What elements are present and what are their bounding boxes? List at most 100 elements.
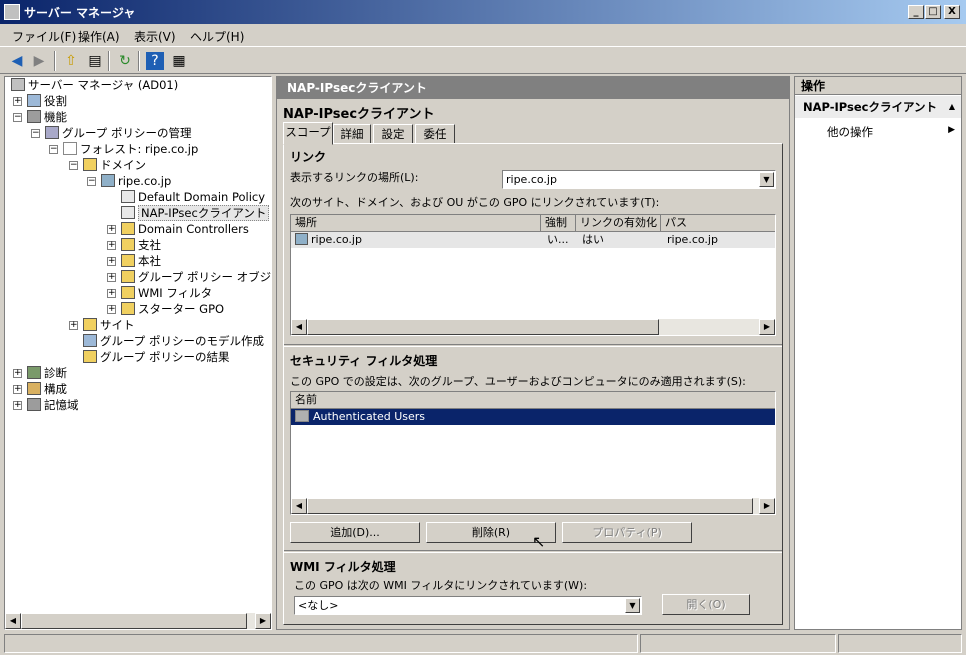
menu-file[interactable]: ファイル(F) xyxy=(12,28,76,45)
window-title: サーバー マネージャ xyxy=(24,6,136,20)
expand-icon[interactable]: + xyxy=(107,273,116,282)
expand-icon[interactable]: + xyxy=(13,97,22,106)
expand-icon[interactable]: + xyxy=(107,225,116,234)
show-hide-actions-icon[interactable]: ▦ xyxy=(168,50,190,72)
tree-node-wmi-filters[interactable]: WMI フィルタ xyxy=(121,285,212,301)
scroll-thumb[interactable] xyxy=(307,319,659,335)
table-row[interactable]: ripe.co.jp い... はい ripe.co.jp xyxy=(291,232,775,248)
minimize-button[interactable]: _ xyxy=(908,5,924,19)
scroll-left-icon[interactable]: ◀ xyxy=(291,498,307,514)
forward-icon[interactable]: ▶ xyxy=(28,50,50,72)
ou-icon xyxy=(121,238,135,251)
tab-details[interactable]: 詳細 xyxy=(333,124,371,144)
open-button[interactable]: 開く(O) xyxy=(662,594,750,615)
back-icon[interactable]: ◀ xyxy=(6,50,28,72)
scroll-left-icon[interactable]: ◀ xyxy=(291,319,307,335)
list-item[interactable]: Authenticated Users xyxy=(291,409,775,425)
column-header-location[interactable]: 場所 xyxy=(291,215,541,232)
tab-settings[interactable]: 設定 xyxy=(373,124,413,144)
tree-node-domain-controllers[interactable]: Domain Controllers xyxy=(121,221,249,237)
expand-icon[interactable]: + xyxy=(13,385,22,394)
expand-icon[interactable]: + xyxy=(13,401,22,410)
column-header-path[interactable]: パス xyxy=(661,215,775,232)
tree-horizontal-scrollbar[interactable]: ◀ ▶ xyxy=(5,613,271,629)
help-icon[interactable]: ? xyxy=(146,52,164,70)
tree-label: Default Domain Policy xyxy=(138,190,266,204)
tree-node-headquarters[interactable]: 本社 xyxy=(121,253,161,269)
tree-node-forest[interactable]: フォレスト: ripe.co.jp xyxy=(63,141,198,157)
tree-node-domains[interactable]: ドメイン xyxy=(83,157,146,173)
collapse-icon[interactable]: − xyxy=(13,113,22,122)
collapse-icon[interactable]: − xyxy=(87,177,96,186)
scroll-thumb[interactable] xyxy=(307,498,753,514)
collapse-icon[interactable]: − xyxy=(69,161,78,170)
show-hide-tree-icon[interactable]: ▤ xyxy=(84,50,106,72)
tree-node-nap-ipsec[interactable]: NAP-IPsecクライアント xyxy=(121,205,270,221)
tree-node-roles[interactable]: 役割 xyxy=(27,93,67,109)
scroll-right-icon[interactable]: ▶ xyxy=(255,613,271,629)
expand-icon[interactable]: + xyxy=(107,257,116,266)
scroll-left-icon[interactable]: ◀ xyxy=(5,613,21,629)
tree-node-gpm[interactable]: グループ ポリシーの管理 xyxy=(45,125,191,141)
up-folder-icon[interactable]: ⇧ xyxy=(60,50,82,72)
collapse-icon[interactable]: − xyxy=(31,129,40,138)
tree-node-gp-modeling[interactable]: グループ ポリシーのモデル作成 xyxy=(83,333,264,349)
column-header-name[interactable]: 名前 xyxy=(291,392,775,409)
tree-node-branch[interactable]: 支社 xyxy=(121,237,161,253)
scroll-right-icon[interactable]: ▶ xyxy=(759,319,775,335)
link-location-select[interactable]: ripe.co.jp ▼ xyxy=(502,170,776,189)
menu-action[interactable]: 操作(A) xyxy=(78,28,120,45)
maximize-button[interactable]: □ xyxy=(925,5,941,19)
tree-node-storage[interactable]: 記憶域 xyxy=(27,397,79,413)
add-button[interactable]: 追加(D)... xyxy=(290,522,420,543)
tree-node-starter-gpo[interactable]: スターター GPO xyxy=(121,301,224,317)
tree-node-default-domain-policy[interactable]: Default Domain Policy xyxy=(121,189,265,205)
refresh-icon[interactable]: ↻ xyxy=(114,50,136,72)
tree-node-sites[interactable]: サイト xyxy=(83,317,135,333)
tree-label: 本社 xyxy=(138,254,161,268)
toolbar-separator xyxy=(54,51,56,71)
dropdown-arrow-icon[interactable]: ▼ xyxy=(625,598,640,613)
status-cell xyxy=(640,634,836,653)
security-horizontal-scrollbar[interactable]: ◀ ▶ xyxy=(291,498,775,514)
menu-view[interactable]: 表示(V) xyxy=(134,28,176,45)
collapse-icon[interactable]: − xyxy=(49,145,58,154)
tree-label: 支社 xyxy=(138,238,161,252)
properties-button[interactable]: プロパティ(P) xyxy=(562,522,692,543)
expand-icon[interactable]: + xyxy=(69,321,78,330)
scroll-right-icon[interactable]: ▶ xyxy=(759,498,775,514)
tab-scope[interactable]: スコープ xyxy=(283,122,333,145)
tree-node-features[interactable]: 機能 xyxy=(27,109,67,125)
expand-icon[interactable]: + xyxy=(107,289,116,298)
forest-icon xyxy=(63,142,77,155)
column-header-link-enabled[interactable]: リンクの有効化 xyxy=(576,215,661,232)
tree-node-domain[interactable]: ripe.co.jp xyxy=(101,173,171,189)
close-button[interactable]: X xyxy=(944,5,960,19)
tree-node-server-manager[interactable]: サーバー マネージャ (AD01) xyxy=(11,77,178,93)
tree-node-diagnostics[interactable]: 診断 xyxy=(27,365,67,381)
expand-icon[interactable]: + xyxy=(13,369,22,378)
dropdown-arrow-icon[interactable]: ▼ xyxy=(759,172,774,187)
expand-icon[interactable]: + xyxy=(107,305,116,314)
menu-help[interactable]: ヘルプ(H) xyxy=(190,28,244,45)
actions-section[interactable]: NAP-IPsecクライアント ▲ xyxy=(795,96,961,118)
tree-node-gpo-objects[interactable]: グループ ポリシー オブジェク xyxy=(121,269,271,285)
wmi-filter-select[interactable]: <なし> ▼ xyxy=(294,596,642,615)
links-horizontal-scrollbar[interactable]: ◀ ▶ xyxy=(291,319,775,335)
roles-icon xyxy=(27,94,41,107)
toolbar-separator xyxy=(138,51,140,71)
column-header-enforced[interactable]: 強制 xyxy=(541,215,576,232)
section-divider xyxy=(284,550,782,553)
toolbar: ◀ ▶ ⇧ ▤ ↻ ? ▦ xyxy=(0,46,966,74)
tree-node-gp-results[interactable]: グループ ポリシーの結果 xyxy=(83,349,229,365)
expand-icon[interactable]: + xyxy=(107,241,116,250)
tree-node-configuration[interactable]: 構成 xyxy=(27,381,67,397)
collapse-arrow-icon[interactable]: ▲ xyxy=(949,96,955,118)
tree-label: 機能 xyxy=(44,110,67,124)
results-icon xyxy=(83,350,97,363)
scroll-thumb[interactable] xyxy=(21,613,247,629)
action-item-more-actions[interactable]: 他の操作 ▶ xyxy=(795,121,961,141)
action-item-label: 他の操作 xyxy=(827,125,873,139)
tab-delegation[interactable]: 委任 xyxy=(415,124,455,144)
links-section-title: リンク xyxy=(290,150,327,164)
